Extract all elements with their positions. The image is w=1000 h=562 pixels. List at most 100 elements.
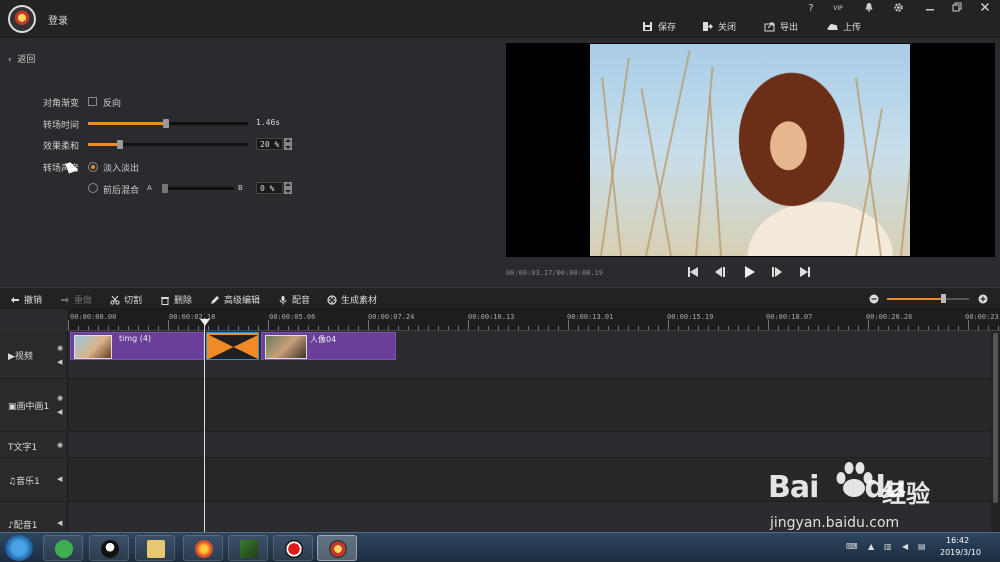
volume-icon[interactable]: ◀ [902, 542, 908, 551]
track-header-text[interactable]: T文字1 ◉ [0, 432, 68, 458]
scrollbar-thumb[interactable] [993, 333, 998, 503]
minimize-icon[interactable] [923, 2, 937, 16]
ruler-tick [868, 320, 869, 330]
taskbar-file-explorer[interactable] [135, 535, 175, 561]
softness-slider[interactable] [88, 140, 248, 149]
taskbar-video-editor[interactable] [317, 535, 357, 561]
transition-block[interactable] [206, 332, 259, 360]
vip-icon[interactable]: VIP [831, 2, 845, 16]
text-lane[interactable] [68, 432, 991, 458]
step-back-icon[interactable] [713, 265, 727, 279]
redo-icon [60, 295, 70, 305]
login-link[interactable]: 登录 [48, 12, 68, 27]
eye-icon[interactable]: ◉ [57, 395, 65, 402]
video-clip[interactable]: timg (4) [70, 332, 204, 360]
video-clip[interactable]: 人像04 [261, 332, 396, 360]
clock-date[interactable]: 2019/3/10 [940, 548, 981, 557]
taskbar-firefox[interactable] [183, 535, 223, 561]
timeline-zoom-handle[interactable] [941, 294, 946, 303]
mix-slider-handle[interactable] [162, 184, 168, 193]
taskbar-360-browser[interactable] [43, 535, 83, 561]
redo-label: 重做 [74, 296, 93, 306]
keyboard-icon[interactable]: ⌨ [846, 542, 858, 551]
zoom-in-icon[interactable] [978, 294, 988, 307]
softness-spinner[interactable] [284, 138, 292, 150]
timeline-scrollbar[interactable] [991, 331, 1000, 532]
softness-input[interactable]: 20 % [256, 138, 283, 150]
bell-icon[interactable] [862, 2, 876, 16]
eye-icon[interactable]: ◉ [57, 442, 65, 449]
paw-icon [836, 462, 873, 497]
duration-slider[interactable] [88, 119, 248, 128]
back-button[interactable]: ‹ 返回 [8, 52, 35, 65]
redo-button[interactable]: 重做 [60, 293, 92, 306]
track-header-music[interactable]: ♫音乐1 ◀ [0, 458, 68, 502]
generate-material-button[interactable]: 生成素材 [327, 293, 377, 306]
close-icon[interactable] [978, 2, 992, 16]
speaker-icon[interactable]: ◀ [57, 476, 65, 483]
fade-in-out-radio[interactable] [88, 162, 98, 172]
ruler-tick [158, 326, 159, 330]
playhead-handle[interactable] [200, 319, 210, 326]
gear-icon[interactable] [891, 2, 905, 16]
taskbar-media-player[interactable] [228, 535, 268, 561]
crossmix-radio[interactable] [88, 183, 98, 193]
ruler-tick [798, 326, 799, 330]
zoom-out-icon[interactable] [869, 294, 879, 307]
input-method-icon[interactable]: ▤ [918, 542, 926, 551]
taskbar-qq[interactable] [89, 535, 129, 561]
track-header-pip[interactable]: ▣画中画1 ◉ ◀ [0, 379, 68, 432]
tray-expand-icon[interactable]: ▲ [868, 542, 874, 551]
skip-end-icon[interactable] [798, 265, 812, 279]
playhead-line[interactable] [204, 318, 205, 532]
save-button[interactable]: 保存 [642, 18, 676, 34]
video-lane[interactable]: timg (4) 人像04 [68, 331, 991, 379]
mix-slider[interactable] [162, 184, 234, 193]
ruler-tick [818, 326, 819, 330]
pip-lane[interactable] [68, 379, 991, 432]
taskbar-recorder[interactable] [273, 535, 313, 561]
softness-slider-handle[interactable] [117, 140, 123, 149]
film-icon: ▶ [8, 352, 15, 362]
start-button[interactable] [5, 535, 33, 561]
clock-time[interactable]: 16:42 [946, 536, 969, 545]
undo-button[interactable]: 撤销 [10, 293, 42, 306]
ruler-label: 00:00:07.24 [368, 313, 415, 321]
ruler-tick [478, 326, 479, 330]
track-header-dub[interactable]: ♪配音1 ◀ [0, 502, 68, 532]
play-icon[interactable] [742, 265, 756, 279]
mix-spinner[interactable] [284, 182, 292, 194]
app-logo[interactable] [8, 5, 36, 33]
export-button[interactable]: 导出 [764, 18, 798, 34]
speaker-icon[interactable]: ◀ [57, 359, 65, 366]
ruler-tick [408, 326, 409, 330]
step-forward-icon[interactable] [770, 265, 784, 279]
track-header-video[interactable]: ▶视频 ◉ ◀ [0, 331, 68, 379]
edit-toolbar: 撤销 重做 切割 删除 高级编辑 配音 生成素材 [0, 287, 1000, 309]
ruler-tick [938, 326, 939, 330]
help-icon[interactable]: ? [804, 2, 818, 16]
skip-start-icon[interactable] [686, 265, 700, 279]
track-headers: ▶视频 ◉ ◀ ▣画中画1 ◉ ◀ T文字1 ◉ ♫音乐1 ◀ ♪配音1 ◀ [0, 331, 68, 532]
reverse-checkbox[interactable] [88, 97, 97, 106]
upload-button[interactable]: 上传 [827, 18, 861, 34]
track-pip-label: ▣画中画1 [8, 402, 50, 412]
preview-frame-image [590, 44, 910, 256]
speaker-icon[interactable]: ◀ [57, 520, 65, 527]
ruler-tick [838, 326, 839, 330]
mix-input[interactable]: 0 % [256, 182, 283, 194]
ruler-tick [828, 326, 829, 330]
speaker-icon[interactable]: ◀ [57, 409, 65, 416]
restore-icon[interactable] [950, 2, 964, 16]
delete-button[interactable]: 删除 [160, 293, 192, 306]
advanced-edit-button[interactable]: 高级编辑 [210, 293, 260, 306]
dub-button[interactable]: 配音 [278, 293, 310, 306]
network-icon[interactable]: ▥ [884, 542, 892, 551]
ruler-tick [228, 326, 229, 330]
cut-button[interactable]: 切割 [110, 293, 142, 306]
duration-slider-handle[interactable] [163, 119, 169, 128]
close-project-button[interactable]: 关闭 [702, 18, 736, 34]
timeline-zoom-slider[interactable] [887, 294, 969, 303]
eye-icon[interactable]: ◉ [57, 345, 65, 352]
ruler-tick [608, 326, 609, 330]
